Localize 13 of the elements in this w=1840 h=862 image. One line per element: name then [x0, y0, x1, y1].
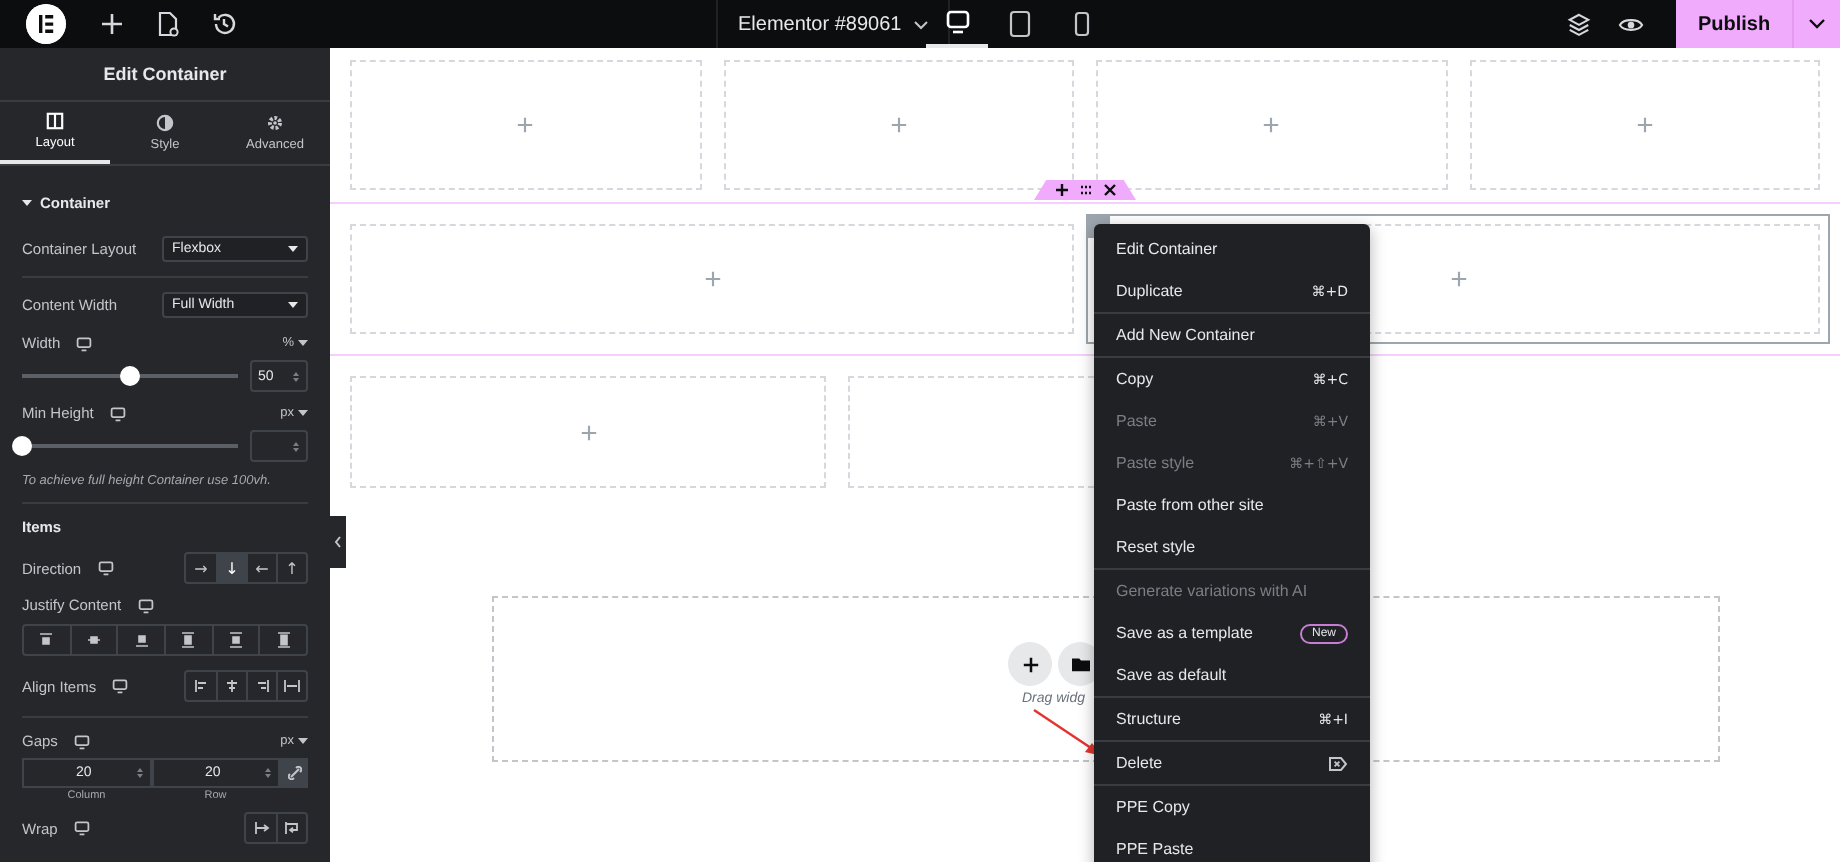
- menu-item[interactable]: Delete: [1094, 742, 1370, 784]
- direction-option[interactable]: →: [186, 554, 216, 582]
- menu-item[interactable]: Add New Container: [1094, 314, 1370, 356]
- menu-item[interactable]: PPE Paste: [1094, 828, 1370, 862]
- menu-item[interactable]: PPE Copy: [1094, 786, 1370, 828]
- menu-item[interactable]: Edit Container: [1094, 228, 1370, 270]
- direction-option[interactable]: ↓: [216, 554, 246, 582]
- direction-option[interactable]: ←: [246, 554, 276, 582]
- menu-item[interactable]: Paste from other site: [1094, 484, 1370, 526]
- direction-option[interactable]: ↑: [276, 554, 306, 582]
- menu-item[interactable]: Reset style: [1094, 526, 1370, 568]
- publish-button[interactable]: Publish: [1676, 0, 1792, 48]
- menu-item[interactable]: Save as default: [1094, 654, 1370, 696]
